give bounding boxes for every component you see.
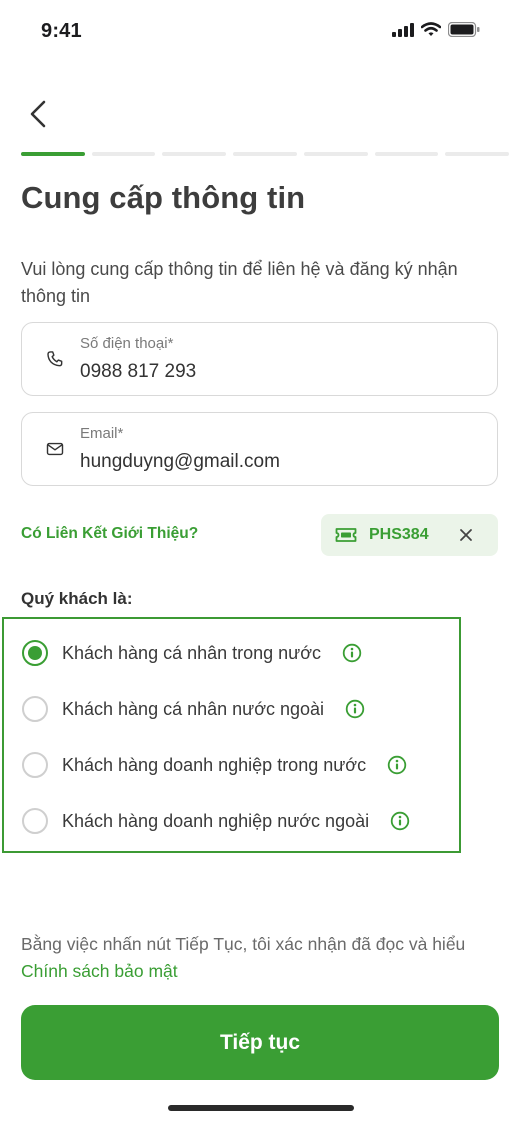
step-2 (91, 152, 156, 156)
customer-type-label: Quý khách là: (21, 589, 133, 608)
home-indicator (168, 1105, 354, 1111)
status-icons (392, 21, 480, 42)
radio-button[interactable] (22, 752, 48, 778)
status-bar: 9:41 (0, 0, 520, 62)
info-icon[interactable] (344, 698, 366, 720)
option-label: Khách hàng cá nhân nước ngoài (62, 698, 325, 719)
referral-code: PHS384 (369, 526, 429, 543)
info-icon[interactable] (341, 642, 363, 664)
consent-text: Bằng việc nhấn nút Tiếp Tục, tôi xác nhậ… (21, 931, 501, 985)
chevron-left-icon (30, 100, 46, 128)
customer-type-option-foreign-business[interactable]: Khách hàng doanh nghiệp nước ngoài (22, 804, 411, 838)
back-button[interactable] (22, 96, 54, 132)
step-5 (303, 152, 368, 156)
consent-statement: Bằng việc nhấn nút Tiếp Tục, tôi xác nhậ… (21, 934, 466, 954)
radio-button[interactable] (22, 640, 48, 666)
progress-stepper (21, 152, 510, 156)
email-label: Email* (80, 425, 124, 442)
mail-icon (44, 438, 66, 460)
info-icon[interactable] (386, 754, 408, 776)
phone-field[interactable]: Số điện thoại* (21, 322, 498, 396)
customer-type-option-foreign-individual[interactable]: Khách hàng cá nhân nước ngoài (22, 692, 366, 726)
step-7 (445, 152, 510, 156)
step-1 (21, 152, 85, 156)
phone-icon (44, 348, 66, 370)
battery-icon (447, 21, 480, 42)
phone-label: Số điện thoại* (80, 335, 174, 352)
option-label: Khách hàng cá nhân trong nước (62, 642, 322, 663)
option-label: Khách hàng doanh nghiệp trong nước (62, 754, 367, 775)
option-label: Khách hàng doanh nghiệp nước ngoài (62, 810, 370, 831)
customer-type-option-domestic-business[interactable]: Khách hàng doanh nghiệp trong nước (22, 748, 408, 782)
ticket-icon (334, 525, 358, 545)
referral-question-link[interactable]: Có Liên Kết Giới Thiệu? (21, 525, 198, 543)
step-6 (374, 152, 439, 156)
radio-button[interactable] (22, 696, 48, 722)
step-4 (233, 152, 297, 156)
phone-input[interactable] (80, 361, 480, 383)
continue-button[interactable]: Tiếp tục (21, 1005, 499, 1080)
page-description: Vui lòng cung cấp thông tin để liên hệ v… (21, 259, 458, 306)
privacy-policy-link[interactable]: Chính sách bảo mật (21, 961, 178, 981)
customer-type-option-domestic-individual[interactable]: Khách hàng cá nhân trong nước (22, 636, 363, 670)
close-icon (460, 529, 472, 541)
info-icon[interactable] (389, 810, 411, 832)
referral-code-chip: PHS384 (321, 514, 498, 556)
page-title: Cung cấp thông tin (21, 180, 306, 215)
radio-button[interactable] (22, 808, 48, 834)
email-field[interactable]: Email* (21, 412, 498, 486)
customer-type-options: Khách hàng cá nhân trong nước Khách hàng… (2, 617, 461, 853)
signal-icon (392, 22, 414, 42)
remove-referral-button[interactable] (456, 525, 476, 545)
email-input[interactable] (80, 451, 480, 473)
status-time: 9:41 (41, 20, 82, 42)
wifi-icon (420, 22, 442, 42)
step-3 (162, 152, 227, 156)
